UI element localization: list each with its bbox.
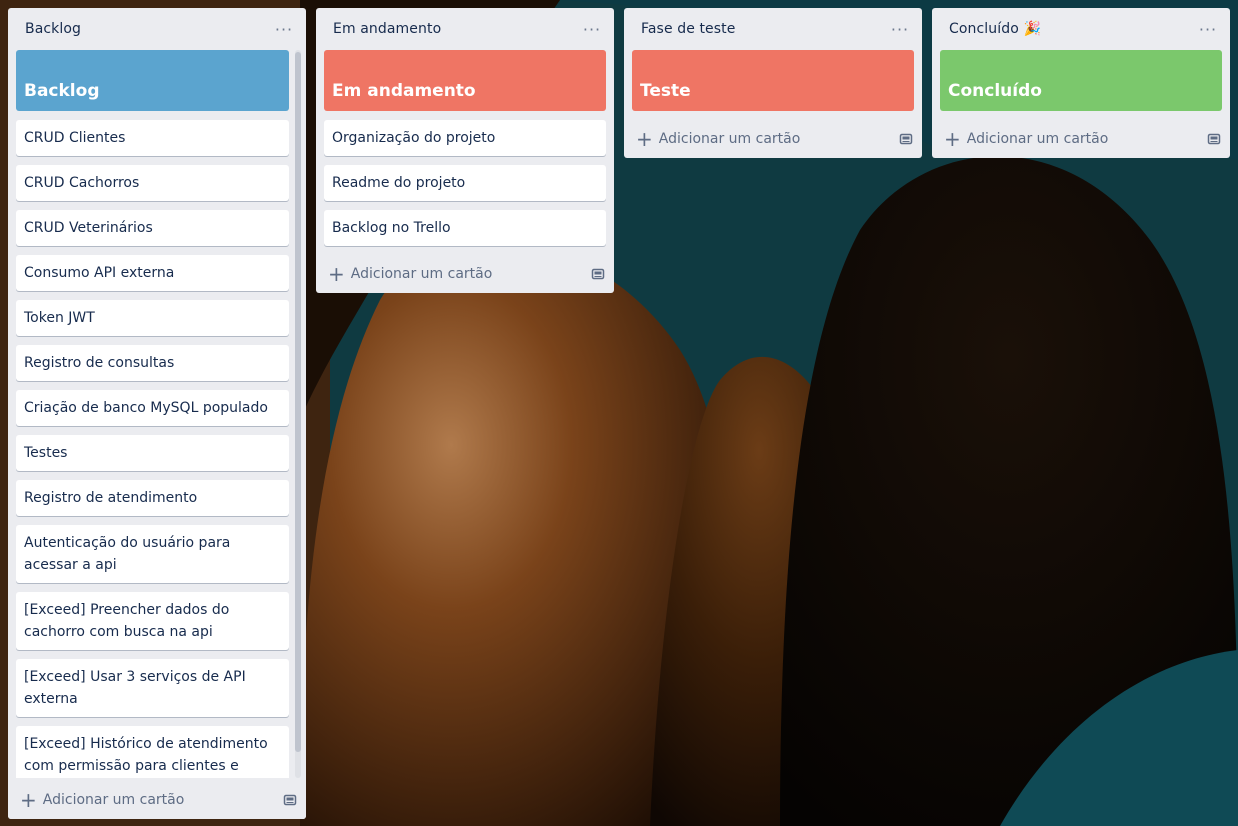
ellipsis-icon[interactable]: ··· xyxy=(1196,19,1220,39)
plus-icon: + xyxy=(944,127,961,151)
list-title[interactable]: Fase de teste xyxy=(641,21,735,37)
card-cover-teste[interactable]: Teste xyxy=(632,50,914,111)
list-fase-de-teste: Fase de teste ··· Teste + Adicionar um c… xyxy=(624,8,922,158)
list-footer: + Adicionar um cartão xyxy=(932,120,1230,158)
list-footer: + Adicionar um cartão xyxy=(8,781,306,819)
list-header: Em andamento ··· xyxy=(316,8,614,50)
list-backlog: Backlog ··· Backlog CRUD Clientes CRUD C… xyxy=(8,8,306,819)
plus-icon: + xyxy=(20,788,37,812)
add-card-button[interactable]: + Adicionar um cartão xyxy=(20,790,184,810)
card-cover-em-andamento[interactable]: Em andamento xyxy=(324,50,606,111)
list-footer: + Adicionar um cartão xyxy=(316,255,614,293)
plus-icon: + xyxy=(328,262,345,286)
card[interactable]: Backlog no Trello xyxy=(324,210,606,246)
card[interactable]: Autenticação do usuário para acessar a a… xyxy=(16,525,289,583)
ellipsis-icon[interactable]: ··· xyxy=(580,19,604,39)
list-title[interactable]: Concluído 🎉 xyxy=(949,21,1041,37)
add-card-label: Adicionar um cartão xyxy=(658,131,801,147)
add-card-label: Adicionar um cartão xyxy=(42,792,185,808)
list-title[interactable]: Backlog xyxy=(25,21,81,37)
list-header: Backlog ··· xyxy=(8,8,306,50)
card-cover-backlog[interactable]: Backlog xyxy=(16,50,289,111)
cards-container: Backlog CRUD Clientes CRUD Cachorros CRU… xyxy=(8,50,306,778)
list-concluido: Concluído 🎉 ··· Concluído + Adicionar um… xyxy=(932,8,1230,158)
card-template-icon[interactable] xyxy=(1206,131,1222,147)
card[interactable]: CRUD Clientes xyxy=(16,120,289,156)
ellipsis-icon[interactable]: ··· xyxy=(272,19,296,39)
card[interactable]: Token JWT xyxy=(16,300,289,336)
card[interactable]: [Exceed] Preencher dados do cachorro com… xyxy=(16,592,289,650)
card[interactable]: Criação de banco MySQL populado xyxy=(16,390,289,426)
card[interactable]: Readme do projeto xyxy=(324,165,606,201)
card[interactable]: CRUD Veterinários xyxy=(16,210,289,246)
card[interactable]: Consumo API externa xyxy=(16,255,289,291)
add-card-label: Adicionar um cartão xyxy=(966,131,1109,147)
list-title[interactable]: Em andamento xyxy=(333,21,441,37)
list-footer: + Adicionar um cartão xyxy=(624,120,922,158)
card-cover-concluido[interactable]: Concluído xyxy=(940,50,1222,111)
add-card-button[interactable]: + Adicionar um cartão xyxy=(636,129,800,149)
card[interactable]: [Exceed] Usar 3 serviços de API externa xyxy=(16,659,289,717)
card-template-icon[interactable] xyxy=(590,266,606,282)
card[interactable]: Organização do projeto xyxy=(324,120,606,156)
card[interactable]: [Exceed] Histórico de atendimento com pe… xyxy=(16,726,289,778)
add-card-button[interactable]: + Adicionar um cartão xyxy=(328,264,492,284)
list-scrollbar[interactable] xyxy=(295,50,301,778)
list-header: Concluído 🎉 ··· xyxy=(932,8,1230,50)
card[interactable]: Testes xyxy=(16,435,289,471)
list-em-andamento: Em andamento ··· Em andamento Organizaçã… xyxy=(316,8,614,293)
add-card-label: Adicionar um cartão xyxy=(350,266,493,282)
card[interactable]: Registro de consultas xyxy=(16,345,289,381)
card-template-icon[interactable] xyxy=(282,792,298,808)
ellipsis-icon[interactable]: ··· xyxy=(888,19,912,39)
scrollbar-thumb[interactable] xyxy=(295,52,301,752)
add-card-button[interactable]: + Adicionar um cartão xyxy=(944,129,1108,149)
card-template-icon[interactable] xyxy=(898,131,914,147)
card[interactable]: Registro de atendimento xyxy=(16,480,289,516)
list-header: Fase de teste ··· xyxy=(624,8,922,50)
plus-icon: + xyxy=(636,127,653,151)
card[interactable]: CRUD Cachorros xyxy=(16,165,289,201)
